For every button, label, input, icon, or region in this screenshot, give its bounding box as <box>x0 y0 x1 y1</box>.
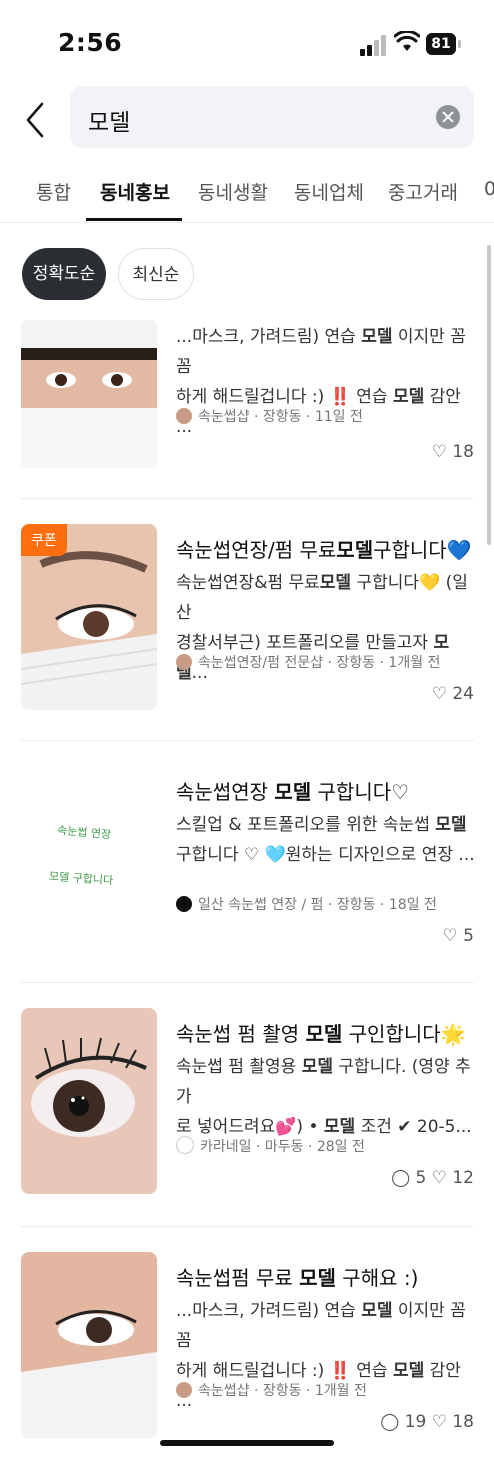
handwritten-text: 속눈썹 연장 <box>56 823 112 842</box>
avatar <box>176 408 192 424</box>
eye-closeup-photo <box>21 1008 157 1194</box>
post-thumbnail <box>21 320 157 468</box>
coupon-badge: 쿠폰 <box>21 524 67 556</box>
eye-photo <box>21 1252 157 1438</box>
home-indicator[interactable] <box>160 1440 334 1446</box>
list-item[interactable]: 속눈썹 연장 모델 구합니다 속눈썹연장 모델 구합니다♡ 스킬업 & 포트폴리… <box>0 766 494 956</box>
back-arrow-icon[interactable] <box>18 98 52 142</box>
sort-accuracy-chip[interactable]: 정확도순 <box>22 248 106 300</box>
tab-used-trade[interactable]: 중고거래 <box>388 178 458 205</box>
divider <box>20 982 474 983</box>
post-snippet: 스킬업 & 포트폴리오를 위한 속눈썹 모델 구합니다 ♡ 🩵원하는 디자인으로… <box>176 815 475 865</box>
search-query[interactable]: 모델 <box>88 103 130 137</box>
post-title: 속눈썹 펌 촬영 모델 구인합니다🌟 <box>176 1022 466 1046</box>
post-title: 속눈썹연장 모델 구합니다♡ <box>176 780 410 804</box>
signal-icon <box>360 34 388 56</box>
post-thumbnail: 속눈썹 연장 모델 구합니다 <box>21 766 157 952</box>
tab-integrated[interactable]: 통합 <box>36 178 71 205</box>
divider <box>20 498 474 499</box>
post-stats: ◯ 5 ♡ 12 <box>391 1168 474 1188</box>
post-meta: 일산 속눈썹 연장 / 펌 · 장항동 · 18일 전 <box>176 894 437 914</box>
post-meta: 속눈썹샵 · 장항동 · 1개월 전 <box>176 1380 367 1400</box>
handwritten-text: 모델 구합니다 <box>48 869 114 888</box>
battery-tip <box>458 40 461 48</box>
avatar <box>176 654 192 670</box>
post-thumbnail: 쿠폰 <box>21 524 157 710</box>
clear-search-icon[interactable] <box>436 105 460 129</box>
list-item[interactable]: 속눈썹 펌 촬영 모델 구인합니다🌟 속눈썹 펌 촬영용 모델 구합니다. (영… <box>0 1008 494 1198</box>
tab-overflow[interactable]: 0 <box>484 178 494 200</box>
tab-local-life[interactable]: 동네생활 <box>198 178 268 205</box>
avatar <box>176 896 192 912</box>
search-input[interactable]: 모델 <box>70 86 474 148</box>
sort-latest-chip[interactable]: 최신순 <box>118 248 194 300</box>
divider <box>20 1226 474 1227</box>
divider <box>20 740 474 741</box>
post-stats: ♡ 5 <box>442 926 474 946</box>
list-item[interactable]: 속눈썹펌 무료 모델 구해요 :) ...마스크, 가려드림) 연습 모델 이지… <box>0 1252 494 1442</box>
list-item[interactable]: ...마스크, 가려드림) 연습 모델 이지만 꼼꼼 하게 해드릴겁니다 :) … <box>0 320 494 500</box>
avatar <box>176 1136 194 1154</box>
post-stats: ♡ 24 <box>431 684 474 704</box>
tab-local-business[interactable]: 동네업체 <box>294 178 364 205</box>
post-thumbnail <box>21 1252 157 1438</box>
eyes-photo <box>21 320 157 468</box>
post-meta: 속눈썹샵 · 장항동 · 11일 전 <box>176 406 363 426</box>
post-snippet: 속눈썹 펌 촬영용 모델 구합니다. (영양 추가 로 넣어드려요💕) • 모델… <box>176 1057 472 1137</box>
tab-local-promo[interactable]: 동네홍보 <box>100 178 170 205</box>
battery-icon: 81 <box>426 33 456 55</box>
post-thumbnail <box>21 1008 157 1194</box>
status-time: 2:56 <box>58 28 123 57</box>
post-stats: ◯ 19 ♡ 18 <box>380 1412 474 1432</box>
post-stats: ♡ 18 <box>431 442 474 462</box>
list-item[interactable]: 쿠폰 속눈썹연장/펌 무료모델구합니다💙 속눈썹연장&펌 무료모델 구합니다💛 … <box>0 524 494 714</box>
post-meta: 속눈썹연장/펌 전문샵 · 장항동 · 1개월 전 <box>176 652 440 672</box>
post-title: 속눈썹연장/펌 무료모델구합니다💙 <box>176 538 472 562</box>
category-tabs: 통합 동네홍보 동네생활 동네업체 중고거래 0 <box>0 160 494 223</box>
active-tab-indicator <box>86 218 182 221</box>
post-meta: 카라네일 · 마두동 · 28일 전 <box>176 1136 365 1156</box>
wifi-icon <box>394 31 420 51</box>
status-bar: 2:56 81 <box>0 0 494 90</box>
post-title: 속눈썹펌 무료 모델 구해요 :) <box>176 1266 419 1290</box>
avatar <box>176 1382 192 1398</box>
